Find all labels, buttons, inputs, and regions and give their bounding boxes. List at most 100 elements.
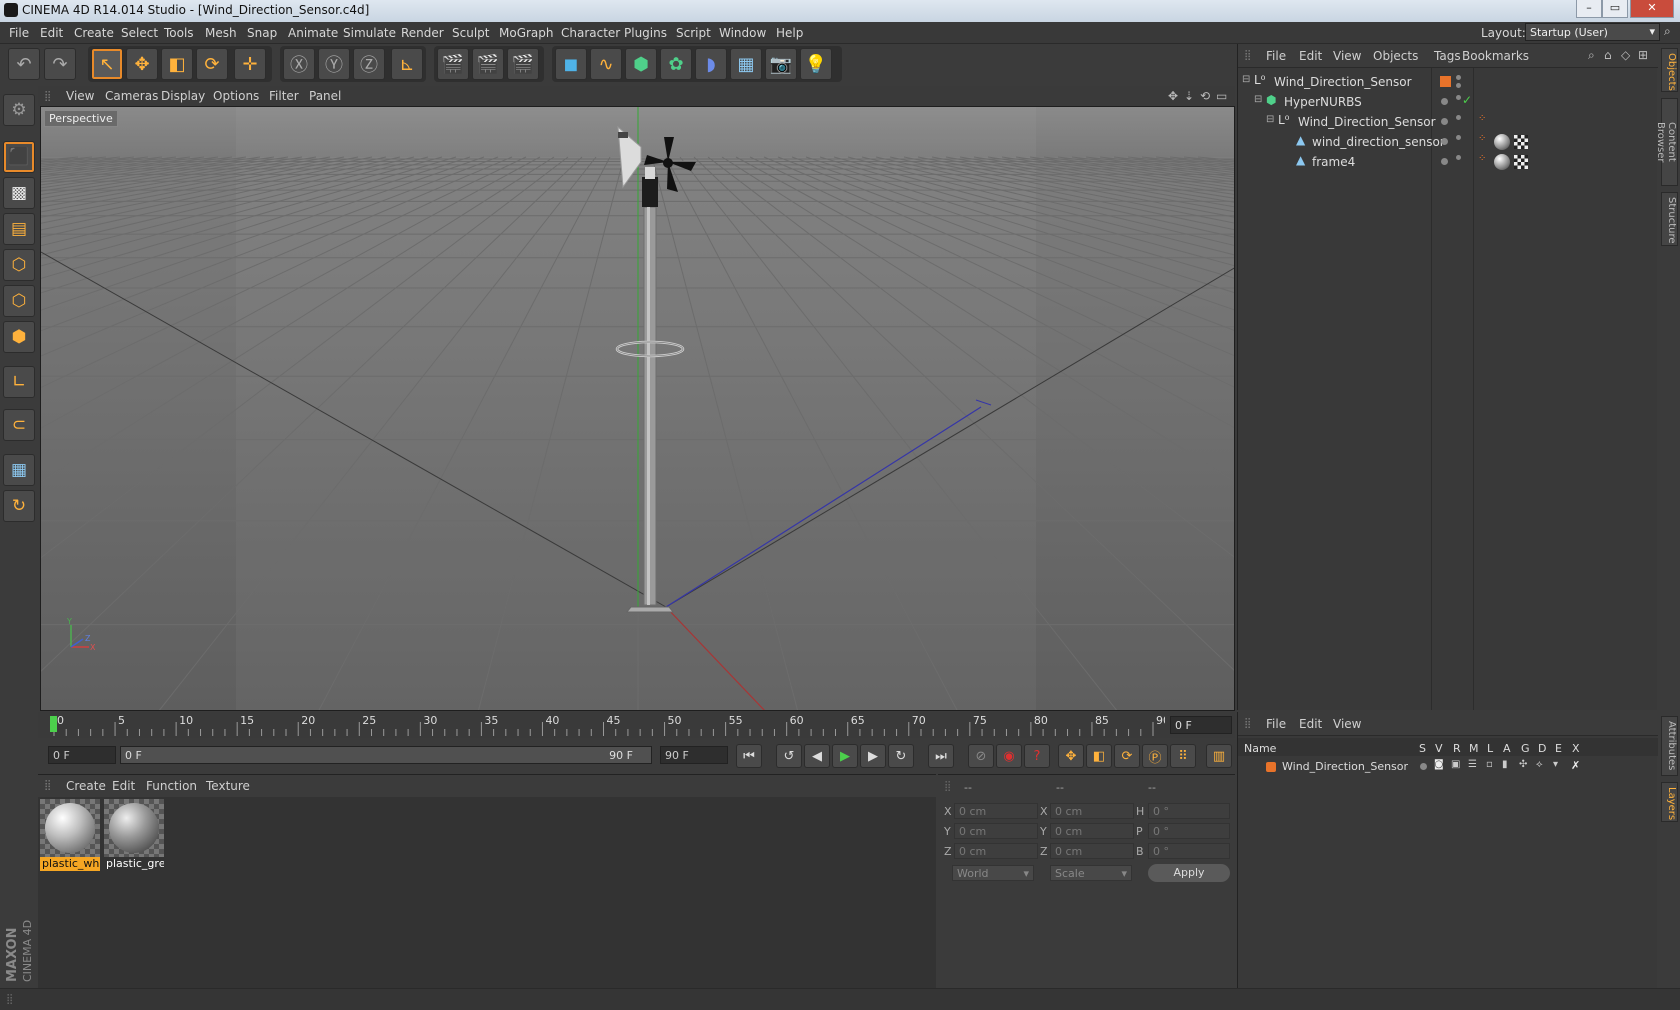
material-menu-edit[interactable]: Edit: [112, 779, 135, 793]
spline-button[interactable]: ∿: [590, 48, 622, 80]
editor-visibility-dot[interactable]: [1456, 115, 1461, 120]
make-editable-button[interactable]: ⚙: [3, 94, 35, 126]
filter-icon[interactable]: ◇: [1621, 48, 1630, 62]
menu-create[interactable]: Create: [74, 26, 114, 40]
render-picture-viewer-button[interactable]: 🎬: [472, 48, 504, 80]
dolly-view-icon[interactable]: ⇣: [1184, 89, 1194, 103]
camera-button[interactable]: 📷: [765, 48, 797, 80]
play-button[interactable]: ▶: [832, 744, 858, 768]
layer-color-tag[interactable]: [1440, 76, 1451, 87]
layer-menu-view[interactable]: View: [1333, 717, 1361, 731]
object-row-hypernurbs[interactable]: ⊟ ⬢ HyperNURBS ✓: [1238, 92, 1658, 112]
viewport-menu-panel[interactable]: Panel: [309, 89, 341, 103]
checkmark-icon[interactable]: ✓: [1462, 93, 1472, 107]
object-menu-objects[interactable]: Objects: [1373, 49, 1418, 63]
menu-edit[interactable]: Edit: [40, 26, 63, 40]
object-row-wind-direction-sensor-mesh[interactable]: ▲ wind_direction_sensor ⁘: [1238, 132, 1658, 152]
points-mode-button[interactable]: ⬡: [3, 249, 35, 281]
rotation-p-field[interactable]: 0 °: [1148, 823, 1230, 839]
editor-visibility-dot[interactable]: [1456, 155, 1461, 160]
tab-content-browser[interactable]: Content Browser: [1655, 98, 1678, 186]
object-row-wind-direction-sensor-child[interactable]: ⊟ L⁰ Wind_Direction_Sensor ⁘: [1238, 112, 1658, 132]
planar-workplane-button[interactable]: ↻: [3, 490, 35, 522]
next-frame-button[interactable]: ▶: [860, 744, 886, 768]
drag-handle-icon[interactable]: ⣿: [1244, 50, 1251, 61]
drag-handle-icon[interactable]: ⣿: [944, 781, 951, 792]
column-solo[interactable]: S: [1419, 742, 1426, 755]
layer-row[interactable]: Wind_Direction_Sensor ◙ ▣ ☰ ▫ ▮ ✣ ⟡ ▾ ✗: [1238, 758, 1658, 776]
tab-structure[interactable]: Structure: [1661, 192, 1678, 246]
go-to-end-button[interactable]: ⏭: [928, 744, 954, 768]
rotation-h-field[interactable]: 0 °: [1148, 803, 1230, 819]
viewport-menu-display[interactable]: Display: [161, 89, 205, 103]
menu-sculpt[interactable]: Sculpt: [452, 26, 489, 40]
xref-icon[interactable]: ✗: [1571, 759, 1580, 772]
deformer-button[interactable]: ◗: [695, 48, 727, 80]
minimize-button[interactable]: –: [1576, 0, 1602, 18]
size-z-field[interactable]: 0 cm: [1050, 843, 1134, 859]
layer-menu-edit[interactable]: Edit: [1299, 717, 1322, 731]
coordinate-system-button[interactable]: ⊾: [391, 48, 423, 80]
tab-objects[interactable]: Objects: [1661, 48, 1678, 92]
menu-character[interactable]: Character: [561, 26, 620, 40]
size-y-field[interactable]: 0 cm: [1050, 823, 1134, 839]
key-pla-button[interactable]: ⠿: [1170, 744, 1196, 768]
start-frame-field[interactable]: 0 F: [48, 746, 116, 764]
undo-button[interactable]: ↶: [8, 48, 40, 80]
menu-mograph[interactable]: MoGraph: [499, 26, 554, 40]
apply-button[interactable]: Apply: [1148, 864, 1230, 882]
render-settings-button[interactable]: 🎬: [507, 48, 539, 80]
home-icon[interactable]: ⌂: [1604, 48, 1612, 62]
axis-mode-button[interactable]: ∟: [3, 366, 35, 398]
menu-script[interactable]: Script: [676, 26, 711, 40]
move-tool-button[interactable]: ✥: [126, 48, 158, 80]
perspective-viewport[interactable]: Perspective Y Z X: [40, 106, 1235, 711]
go-to-start-button[interactable]: ⏮: [736, 744, 762, 768]
menu-tools[interactable]: Tools: [164, 26, 194, 40]
generator-icon[interactable]: ✣: [1519, 759, 1527, 770]
polygons-mode-button[interactable]: ⬢: [3, 321, 35, 353]
snap-button[interactable]: ⊂: [3, 409, 35, 441]
autokey-button[interactable]: ◉: [996, 744, 1022, 768]
frame-ruler[interactable]: 0 5 10 15 20 25 30 35 40 45 50 55 60 65 70 75 80 85 90: [50, 714, 1165, 736]
viewport-menu-cameras[interactable]: Cameras: [105, 89, 158, 103]
solo-toggle[interactable]: [1420, 763, 1427, 770]
column-generators[interactable]: G: [1521, 742, 1530, 755]
visibility-dot[interactable]: [1441, 158, 1448, 165]
coordinate-mode-dropdown[interactable]: Scale ▾: [1050, 865, 1132, 881]
range-slider[interactable]: 0 F 90 F: [120, 746, 652, 764]
layer-color-swatch[interactable]: [1266, 762, 1276, 772]
object-row-wind-direction-sensor-root[interactable]: ⊟ L⁰ Wind_Direction_Sensor: [1238, 72, 1658, 92]
material-menu-function[interactable]: Function: [146, 779, 197, 793]
menu-snap[interactable]: Snap: [247, 26, 277, 40]
workplane-lock-button[interactable]: ▦: [3, 454, 35, 486]
z-axis-button[interactable]: Ⓩ: [353, 48, 385, 80]
next-key-button[interactable]: ↻: [888, 744, 914, 768]
expression-icon[interactable]: ▾: [1553, 759, 1558, 770]
position-x-field[interactable]: 0 cm: [954, 803, 1038, 819]
rotate-tool-button[interactable]: ⟳: [196, 48, 228, 80]
maximize-view-icon[interactable]: ▭: [1216, 89, 1227, 103]
viewport-menu-options[interactable]: Options: [213, 89, 259, 103]
drag-handle-icon[interactable]: ⣿: [6, 994, 13, 1005]
column-manager[interactable]: M: [1469, 742, 1479, 755]
layer-menu-file[interactable]: File: [1266, 717, 1286, 731]
deformer-icon[interactable]: ⟡: [1536, 759, 1543, 770]
redo-button[interactable]: ↷: [44, 48, 76, 80]
keyframe-selection-button[interactable]: ?: [1024, 744, 1050, 768]
menu-file[interactable]: File: [9, 26, 29, 40]
object-menu-edit[interactable]: Edit: [1299, 49, 1322, 63]
new-window-icon[interactable]: ⊞: [1638, 48, 1648, 62]
tab-attributes[interactable]: Attributes: [1661, 716, 1678, 776]
transform-tool-button[interactable]: ✛: [234, 48, 266, 80]
coordinate-space-dropdown[interactable]: World ▾: [952, 865, 1034, 881]
close-button[interactable]: ✕: [1630, 0, 1674, 18]
y-axis-button[interactable]: Ⓨ: [318, 48, 350, 80]
texture-tag-icon[interactable]: [1514, 155, 1528, 169]
floor-button[interactable]: ▦: [730, 48, 762, 80]
object-menu-bookmarks[interactable]: Bookmarks: [1462, 49, 1529, 63]
phong-tag-icon[interactable]: ⁘: [1478, 113, 1486, 124]
eye-icon[interactable]: ◙: [1434, 759, 1444, 770]
record-keys-button[interactable]: ⊘: [968, 744, 994, 768]
menu-mesh[interactable]: Mesh: [205, 26, 237, 40]
